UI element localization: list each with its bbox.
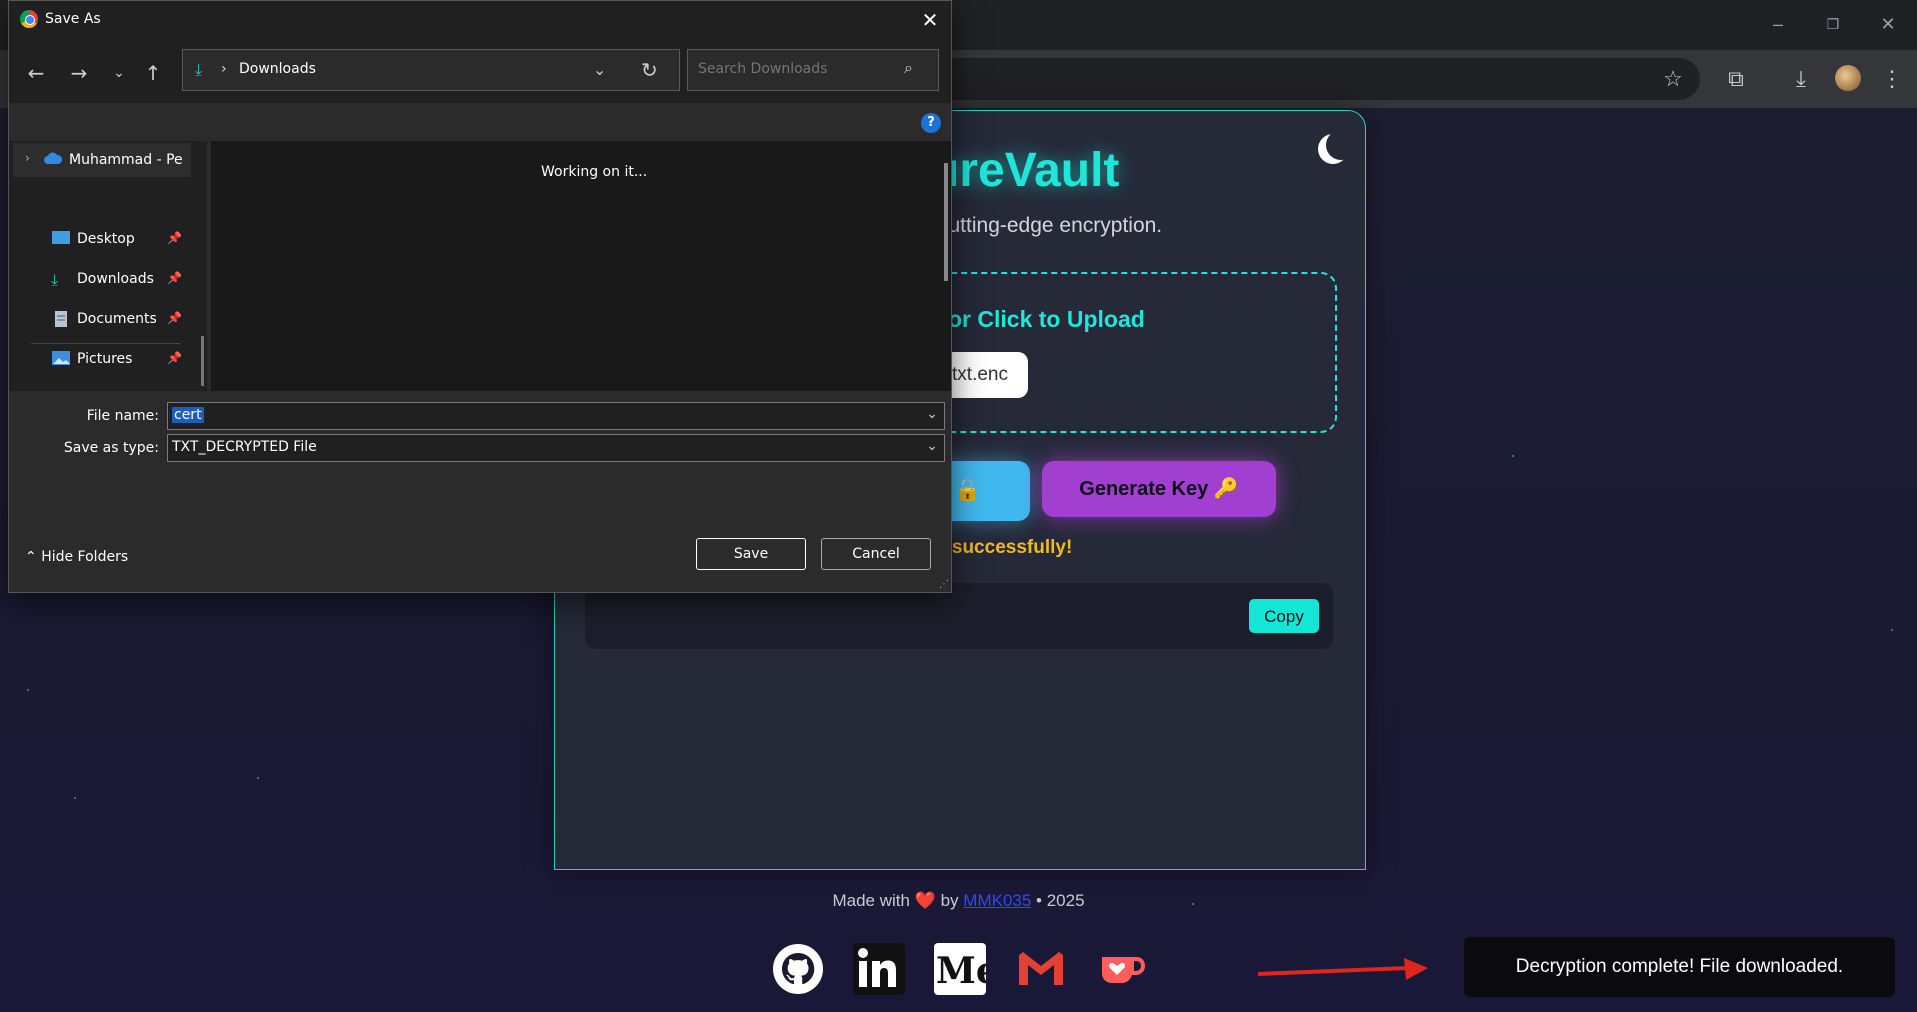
sidebar-item-label: Desktop (77, 231, 135, 247)
pin-icon: 📌 (167, 351, 182, 365)
address-breadcrumb[interactable]: ⤓ › Downloads ⌄ ↻ (182, 49, 680, 91)
app-title: ureVault (930, 144, 1120, 197)
sidebar-item-label: Downloads (77, 271, 154, 287)
chrome-icon (20, 10, 38, 28)
desktop-icon (51, 230, 71, 246)
sidebar-item-documents[interactable]: Documents 📌 (9, 302, 199, 336)
star-icon[interactable]: ☆ (1658, 64, 1688, 94)
file-list-pane[interactable]: Working on it... (211, 141, 951, 391)
search-box[interactable]: ⌕ (687, 49, 939, 91)
pin-icon: 📌 (167, 271, 182, 285)
profile-avatar[interactable] (1835, 65, 1861, 91)
sidebar-item-desktop[interactable]: Desktop 📌 (9, 222, 199, 256)
download-icon[interactable]: ⤓ (1786, 64, 1816, 94)
kofi-icon[interactable] (1096, 943, 1148, 995)
navigation-pane: › Muhammad - Pe Desktop 📌 ⤓ Downloads 📌 … (9, 141, 207, 391)
upload-prompt: or Click to Upload (948, 306, 1145, 332)
file-list-scrollbar[interactable] (944, 163, 948, 281)
cloud-icon (43, 151, 63, 167)
hide-folders-label: Hide Folders (41, 549, 129, 565)
downloads-icon: ⤓ (195, 60, 203, 79)
back-arrow-icon[interactable]: ← (22, 59, 50, 87)
svg-text:Me: Me (936, 950, 986, 992)
search-icon: ⌕ (904, 58, 913, 77)
moon-icon[interactable] (1326, 130, 1356, 160)
restore-icon[interactable]: ❐ (1813, 10, 1853, 38)
toast-notification: Decryption complete! File downloaded. (1464, 937, 1895, 997)
app-tagline: cutting-edge encryption. (938, 214, 1163, 237)
menu-icon[interactable]: ⋮ (1877, 64, 1907, 94)
red-arrow-annotation (1258, 958, 1428, 980)
selected-file-name: txt.enc (952, 364, 1008, 385)
sidebar-item-onedrive[interactable]: › Muhammad - Pe (13, 143, 191, 177)
dialog-titlebar: Save As ✕ (9, 1, 951, 39)
star-dot (74, 797, 76, 799)
sidebar-item-label: Documents (77, 311, 157, 327)
up-arrow-icon[interactable]: ↑ (139, 59, 167, 87)
breadcrumb-separator: › (221, 61, 227, 77)
cancel-button[interactable]: Cancel (821, 538, 931, 570)
sidebar-scrollbar[interactable] (201, 336, 204, 386)
breadcrumb-downloads[interactable]: Downloads (239, 61, 316, 77)
pin-icon: 📌 (167, 231, 182, 245)
gmail-icon[interactable] (1015, 943, 1067, 995)
save-as-type-select[interactable]: TXT_DECRYPTED File ⌄ (167, 434, 945, 462)
file-name-label: File name: (86, 408, 159, 424)
help-icon[interactable]: ? (921, 113, 941, 133)
forward-arrow-icon[interactable]: → (65, 59, 93, 87)
file-name-field[interactable]: cert ⌄ (167, 402, 945, 430)
star-dot (1512, 455, 1514, 457)
github-icon[interactable] (772, 943, 824, 995)
resize-grip-icon[interactable]: ⋰ (939, 579, 949, 590)
documents-icon (51, 310, 71, 327)
sidebar-item-label: Muhammad - Pe (69, 152, 183, 168)
heart-icon: ❤️ (914, 891, 936, 910)
star-dot (257, 777, 259, 779)
sidebar-item-label: Pictures (77, 351, 133, 367)
sidebar-item-pictures[interactable]: Pictures 📌 (9, 342, 199, 376)
pictures-icon (51, 350, 71, 366)
search-input[interactable] (696, 60, 900, 78)
star-dot (27, 689, 29, 691)
save-as-type-value: TXT_DECRYPTED File (172, 439, 317, 455)
pin-icon: 📌 (167, 311, 182, 325)
footer-credit: Made with ❤️ by MMK035 • 2025 (0, 891, 1917, 911)
footer-text: Made with (832, 891, 910, 910)
status-message: d successfully! (935, 537, 1073, 558)
expand-chevron-icon[interactable]: › (25, 151, 30, 165)
author-link[interactable]: MMK035 (963, 891, 1031, 910)
close-icon[interactable]: ✕ (917, 7, 943, 33)
save-button[interactable]: Save (696, 538, 806, 570)
close-window-icon[interactable]: ✕ (1868, 10, 1908, 38)
medium-icon[interactable]: Me (934, 943, 986, 995)
footer-year: • 2025 (1036, 891, 1085, 910)
generate-key-button[interactable]: Generate Key 🔑 (1042, 461, 1276, 517)
recent-locations-chevron-icon[interactable]: ⌄ (105, 59, 133, 87)
refresh-icon[interactable]: ↻ (641, 58, 658, 82)
chevron-down-icon[interactable]: ⌄ (593, 60, 606, 79)
minimize-icon[interactable]: – (1758, 10, 1798, 38)
chevron-down-icon[interactable]: ⌄ (926, 438, 938, 454)
save-as-type-label: Save as type: (63, 440, 159, 456)
sidebar-item-downloads[interactable]: ⤓ Downloads 📌 (9, 262, 199, 296)
star-dot (1891, 629, 1893, 631)
copy-button[interactable]: Copy (1249, 599, 1319, 633)
working-message: Working on it... (541, 164, 648, 180)
downloads-icon: ⤓ (51, 270, 59, 289)
dialog-command-bar (9, 103, 951, 141)
save-as-dialog: Save As ✕ ← → ⌄ ↑ ⤓ › Downloads ⌄ ↻ ⌕ ? … (8, 0, 952, 593)
hide-folders-toggle[interactable]: ⌃ Hide Folders (25, 549, 128, 565)
dialog-title: Save As (45, 11, 101, 27)
file-name-value: cert (172, 407, 204, 423)
extensions-icon[interactable]: ⧉ (1721, 64, 1751, 94)
chevron-down-icon[interactable]: ⌄ (926, 406, 938, 422)
footer-by: by (940, 891, 959, 910)
chevron-up-icon: ⌃ (25, 549, 37, 565)
linkedin-icon[interactable] (853, 943, 905, 995)
